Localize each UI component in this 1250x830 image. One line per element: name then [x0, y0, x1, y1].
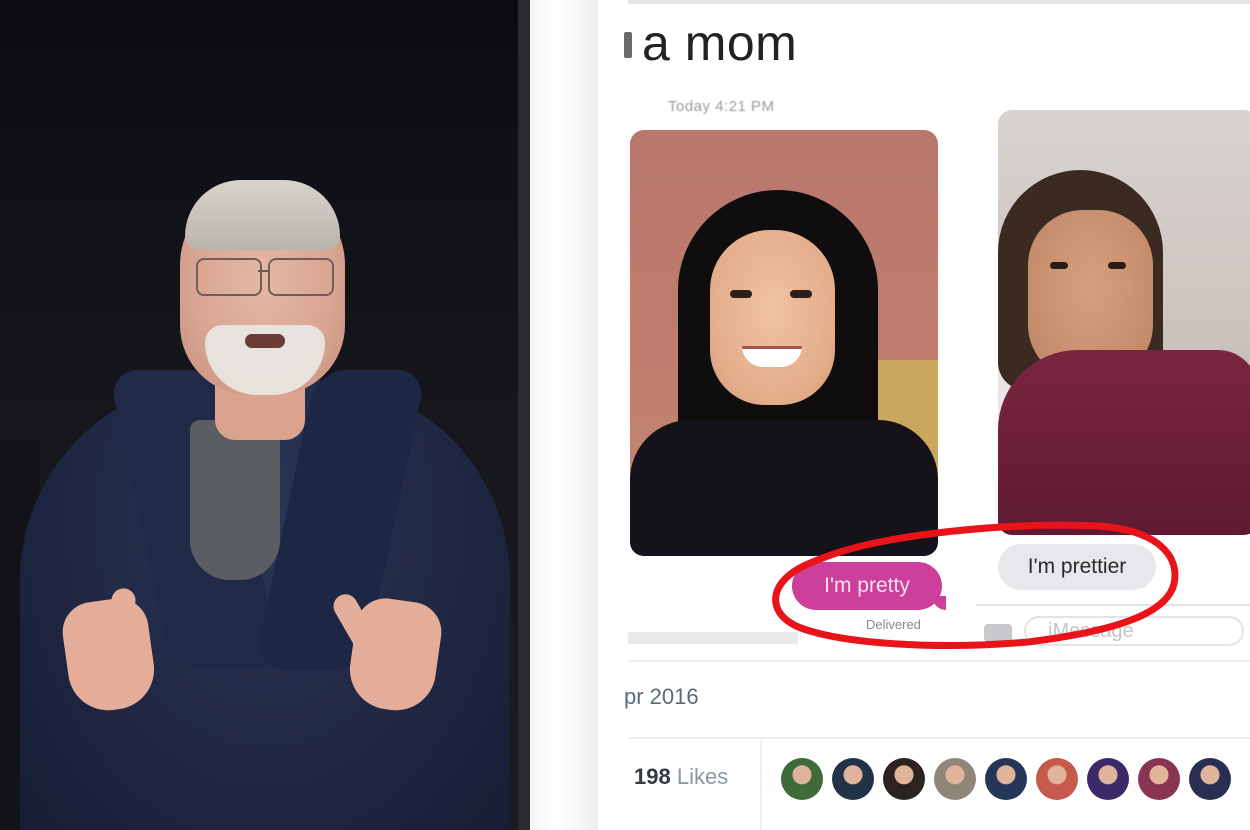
section-rule: [628, 660, 1250, 662]
likes-count[interactable]: 198 Likes: [634, 764, 728, 790]
post-date: pr 2016: [624, 684, 699, 709]
liker-avatar[interactable]: [1036, 758, 1078, 800]
image-divider: [530, 0, 598, 830]
glasses-bridge: [258, 270, 270, 272]
glasses-left-lens: [196, 258, 262, 296]
liker-avatar[interactable]: [1087, 758, 1129, 800]
likes-rule: [628, 737, 1250, 739]
shirt: [190, 420, 280, 580]
scroll-track: [628, 632, 798, 644]
post-screenshot: a mom Today 4:21 PM I'm pretty Delivered…: [598, 0, 1250, 830]
post-title: a mom: [642, 15, 798, 71]
man-mouth: [245, 334, 285, 348]
man-hair: [185, 180, 340, 250]
cut-off-prefix: [624, 32, 632, 58]
likes-label: Likes: [676, 764, 729, 789]
liker-avatars: [781, 758, 1231, 800]
liker-avatar[interactable]: [781, 758, 823, 800]
likes-number: 198: [634, 764, 671, 789]
left-photo: [0, 0, 530, 830]
selfie-daughter: [630, 130, 938, 556]
liker-avatar[interactable]: [934, 758, 976, 800]
daughter-face: [710, 230, 835, 405]
top-rule: [628, 0, 1250, 4]
liker-avatar[interactable]: [832, 758, 874, 800]
red-circle-annotation: [772, 521, 1179, 649]
red-circle-stroke: [772, 521, 1179, 649]
likes-separator: [760, 740, 762, 830]
message-timestamp: Today 4:21 PM: [668, 98, 775, 115]
liker-avatar[interactable]: [1138, 758, 1180, 800]
liker-avatar[interactable]: [883, 758, 925, 800]
daughter-eye-left: [730, 290, 752, 298]
liker-avatar[interactable]: [1189, 758, 1231, 800]
daughter-eye-right: [790, 290, 812, 298]
mom-eye-left: [1050, 262, 1068, 269]
door-frame: [518, 0, 530, 830]
selfie-mom: [998, 110, 1250, 535]
liker-avatar[interactable]: [985, 758, 1027, 800]
mom-eye-right: [1108, 262, 1126, 269]
glasses-right-lens: [268, 258, 334, 296]
